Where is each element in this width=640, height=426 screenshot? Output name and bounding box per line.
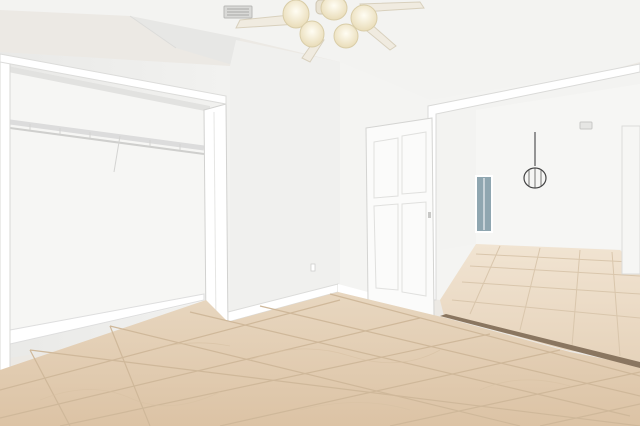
room-photo (0, 0, 640, 426)
fan-light-globe (299, 20, 325, 48)
fan-light-globe (350, 4, 378, 32)
smoke-detector (579, 121, 593, 130)
door-handle (428, 212, 431, 218)
fan-light-globe (320, 0, 348, 21)
wall-outlet (310, 263, 316, 272)
fan-light-globe (333, 23, 359, 49)
interior-door (365, 117, 435, 317)
back-wall (230, 40, 340, 318)
